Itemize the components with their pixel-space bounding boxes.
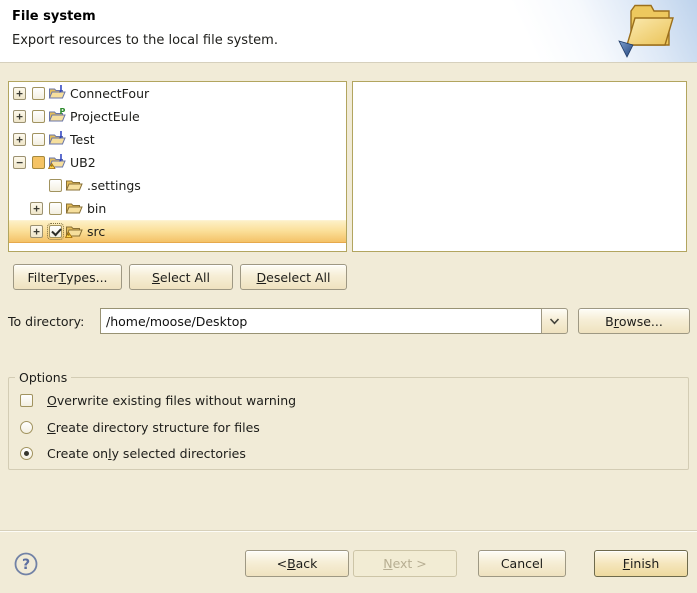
tree-item-label: src <box>87 224 105 239</box>
collapse-icon[interactable]: − <box>13 156 26 169</box>
tree-item-label: UB2 <box>70 155 96 170</box>
radio-button[interactable] <box>20 421 33 434</box>
tree-row[interactable]: + J ConnectFour <box>9 82 346 105</box>
export-folder-icon <box>618 2 674 63</box>
expand-icon[interactable]: + <box>30 202 43 215</box>
folder-icon <box>65 176 83 195</box>
button-label: Cancel <box>501 556 543 571</box>
back-button[interactable]: < Back <box>245 550 349 577</box>
button-label: B <box>605 314 614 329</box>
to-directory-label: To directory: <box>8 314 84 329</box>
tree-item-label: bin <box>87 201 106 216</box>
filter-types-button[interactable]: Filter Types... <box>13 264 122 290</box>
page-title: File system <box>12 9 96 24</box>
button-label: inish <box>630 556 659 571</box>
button-label: N <box>383 556 392 571</box>
java-project-folder-warning-icon: J <box>48 153 66 172</box>
file-list-panel[interactable] <box>352 81 687 252</box>
java-project-folder-icon: J <box>48 130 66 149</box>
checkbox[interactable] <box>20 394 33 407</box>
tree-row-selected[interactable]: + src <box>9 220 346 243</box>
option-label: Create only selected directories <box>47 446 246 461</box>
button-label: ypes... <box>66 270 107 285</box>
java-project-folder-icon: J <box>48 84 66 103</box>
deselect-all-button[interactable]: Deselect All <box>240 264 347 290</box>
button-label: D <box>257 270 267 285</box>
options-group: Options Overwrite existing files without… <box>8 377 689 470</box>
expand-icon[interactable]: + <box>13 110 26 123</box>
tree-row[interactable]: + bin <box>9 197 346 220</box>
button-label: T <box>58 270 66 285</box>
project-folder-icon: P <box>48 107 66 126</box>
svg-text:P: P <box>60 107 66 116</box>
expand-icon[interactable]: + <box>13 133 26 146</box>
tree-row[interactable]: + P ProjectEule <box>9 105 346 128</box>
next-button[interactable]: Next > <box>353 550 457 577</box>
tree-item-label: ProjectEule <box>70 109 140 124</box>
checkbox[interactable] <box>32 110 45 123</box>
footer-separator <box>0 530 697 532</box>
tree-row[interactable]: .settings <box>9 174 346 197</box>
svg-text:J: J <box>59 84 63 93</box>
combo-dropdown-button[interactable] <box>541 308 568 334</box>
checkbox[interactable] <box>32 87 45 100</box>
button-label: ack <box>296 556 318 571</box>
checkbox-checked[interactable] <box>49 225 62 238</box>
button-label: eselect All <box>266 270 330 285</box>
checkbox[interactable] <box>49 202 62 215</box>
tree-row[interactable]: − J UB2 <box>9 151 346 174</box>
help-button[interactable]: ? <box>13 551 39 577</box>
create-structure-option[interactable]: Create directory structure for files <box>20 420 260 435</box>
folder-icon <box>65 199 83 218</box>
svg-text:?: ? <box>22 557 30 573</box>
select-all-button[interactable]: Select All <box>129 264 233 290</box>
options-legend: Options <box>15 370 71 385</box>
checkbox-grayed[interactable] <box>32 156 45 169</box>
button-label: S <box>152 270 160 285</box>
button-label: ext > <box>393 556 427 571</box>
button-label: Filter <box>27 270 58 285</box>
option-label: Overwrite existing files without warning <box>47 393 296 408</box>
overwrite-option[interactable]: Overwrite existing files without warning <box>20 393 296 408</box>
button-label: owse... <box>619 314 663 329</box>
tree-row[interactable]: + J Test <box>9 128 346 151</box>
cancel-button[interactable]: Cancel <box>478 550 566 577</box>
svg-text:J: J <box>59 130 63 139</box>
tree-item-label: .settings <box>87 178 141 193</box>
chevron-down-icon <box>549 318 560 325</box>
radio-button-selected[interactable] <box>20 447 33 460</box>
destination-input[interactable] <box>100 308 541 334</box>
tree-item-label: ConnectFour <box>70 86 149 101</box>
button-label: B <box>287 556 296 571</box>
browse-button[interactable]: Browse... <box>578 308 690 334</box>
resource-tree: + J ConnectFour + P ProjectEule + <box>8 81 347 252</box>
tree-item-label: Test <box>70 132 95 147</box>
checkbox[interactable] <box>49 179 62 192</box>
page-subtitle: Export resources to the local file syste… <box>12 33 278 48</box>
create-selected-option[interactable]: Create only selected directories <box>20 446 246 461</box>
expand-icon[interactable]: + <box>13 87 26 100</box>
button-label: F <box>623 556 630 571</box>
button-label: elect All <box>160 270 210 285</box>
svg-text:J: J <box>59 153 63 162</box>
folder-warning-icon <box>65 222 83 241</box>
finish-button[interactable]: Finish <box>594 550 688 577</box>
checkbox[interactable] <box>32 133 45 146</box>
wizard-header: File system Export resources to the loca… <box>0 0 697 63</box>
button-label: < <box>277 556 287 571</box>
expand-icon[interactable]: + <box>30 225 43 238</box>
option-label: Create directory structure for files <box>47 420 260 435</box>
help-icon: ? <box>13 551 39 577</box>
